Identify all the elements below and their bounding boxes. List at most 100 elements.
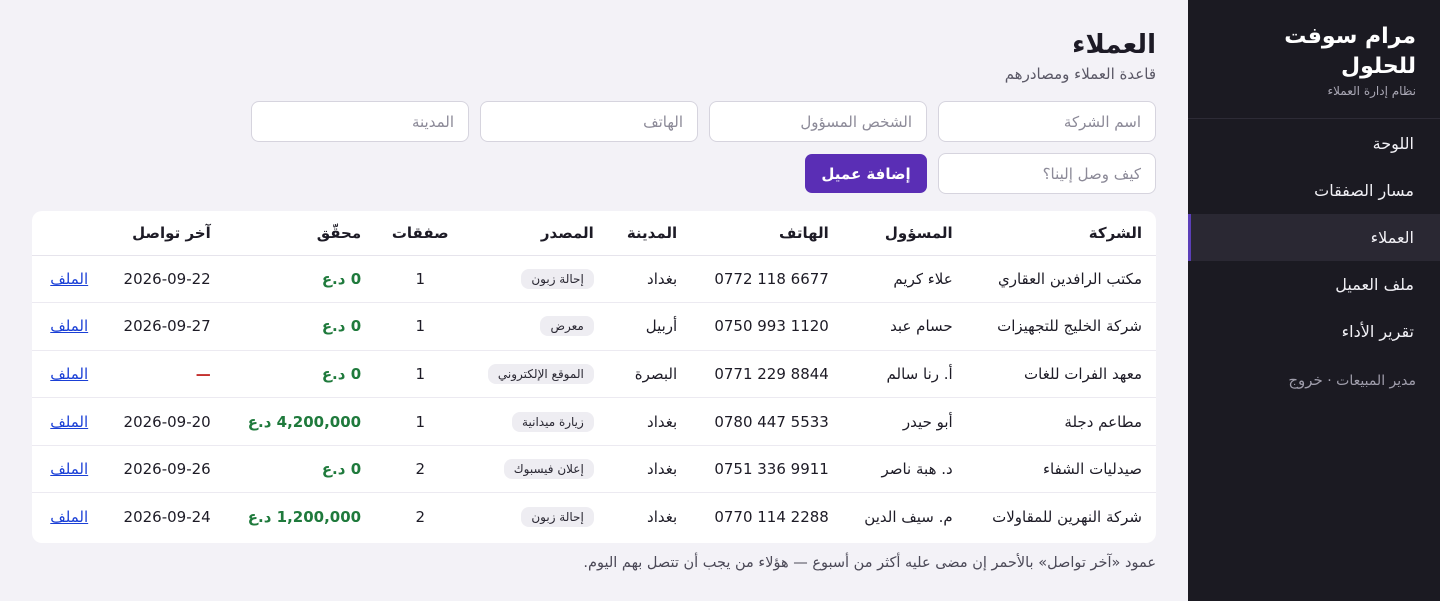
form-row-2: إضافة عميل <box>32 153 1156 194</box>
cell-last-contact: 2026-09-20 <box>102 397 225 446</box>
cell-contact: د. هبة ناصر <box>842 445 967 494</box>
cell-achieved: 0 د.ع <box>224 445 376 494</box>
cell-last-contact: — <box>102 350 225 399</box>
add-customer-button[interactable]: إضافة عميل <box>805 154 927 193</box>
city-input[interactable] <box>251 101 469 142</box>
footnote: عمود «آخر تواصل» بالأحمر إن مضى عليه أكث… <box>583 554 1156 571</box>
source-input[interactable] <box>938 153 1156 194</box>
cell-contact: حسام عبد <box>842 302 967 351</box>
cell-deals: 1 <box>375 255 466 304</box>
cell-city: بغداد <box>607 255 692 304</box>
cell-profile: الملف <box>32 255 103 304</box>
profile-link[interactable]: الملف <box>50 460 88 478</box>
header-source: المصدر <box>465 211 608 256</box>
cell-achieved: 0 د.ع <box>224 255 376 304</box>
source-badge: إعلان فيسبوك <box>503 459 594 480</box>
cell-deals: 2 <box>415 508 425 527</box>
table-row: صيدليات الشفاء د. هبة ناصر 0751 336 9911… <box>32 445 1156 494</box>
cell-phone: 0771 229 8844 <box>691 350 843 399</box>
cell-city: بغداد <box>647 508 678 527</box>
header-actions <box>32 211 103 256</box>
customers-table: الشركة المسؤول الهاتف المدينة المصدر صفق… <box>32 211 1156 541</box>
cell-phone: 0750 993 1120 <box>691 302 843 351</box>
cell-phone: 0780 447 5533 <box>691 397 843 446</box>
main-content: العملاء قاعدة العملاء ومصادرهم إضافة عمي… <box>32 0 1156 601</box>
app-title: مرام سوفت للحلول <box>1284 24 1416 79</box>
table-row: شركة الخليج للتجهيزات حسام عبد 0750 993 … <box>32 302 1156 351</box>
table-row: شركة النهرين للمقاولات م. سيف الدين 0770… <box>32 493 1156 541</box>
table-row: معهد الفرات للغات أ. رنا سالم 0771 229 8… <box>32 350 1156 399</box>
cell-last-contact: 2026-09-27 <box>102 302 225 351</box>
cell-profile: الملف <box>32 397 103 446</box>
sidebar-item-customers[interactable]: العملاء <box>1188 214 1440 261</box>
cell-achieved: 0 د.ع <box>224 350 376 399</box>
cell-phone: 0751 336 9911 <box>691 445 843 494</box>
cell-deals: 2 <box>375 445 466 494</box>
cell-city: بغداد <box>607 445 692 494</box>
profile-link[interactable]: الملف <box>50 413 88 431</box>
cell-achieved: 0 د.ع <box>224 302 376 351</box>
user-role: مدير المبيعات · <box>1327 373 1416 389</box>
cell-contact: علاء كريم <box>842 255 967 304</box>
phone-input[interactable] <box>480 101 698 142</box>
cell-city: بغداد <box>607 397 692 446</box>
header-deals: صفقات <box>375 211 466 256</box>
profile-link[interactable]: الملف <box>50 317 88 335</box>
cell-company: صيدليات الشفاء <box>966 445 1156 494</box>
header-city: المدينة <box>607 211 692 256</box>
cell-profile: الملف <box>32 445 103 494</box>
sidebar-item-dashboard[interactable]: اللوحة <box>1188 120 1440 167</box>
cell-company: مكتب الرافدين العقاري <box>966 255 1156 304</box>
cell-phone: 0770 114 2288 <box>714 508 829 527</box>
profile-link[interactable]: الملف <box>50 270 88 288</box>
header-company: الشركة <box>966 211 1156 256</box>
cell-contact: م. سيف الدين <box>864 508 953 527</box>
page-subtitle: قاعدة العملاء ومصادرهم <box>1004 65 1156 83</box>
cell-contact: أ. رنا سالم <box>842 350 967 399</box>
source-badge: إحالة زبون <box>521 268 594 289</box>
cell-deals: 1 <box>375 302 466 351</box>
source-badge: معرض <box>540 316 594 337</box>
table-row: مكتب الرافدين العقاري علاء كريم 0772 118… <box>32 255 1156 304</box>
cell-company: مطاعم دجلة <box>966 397 1156 446</box>
cell-company: معهد الفرات للغات <box>966 350 1156 399</box>
header-contact: المسؤول <box>842 211 967 256</box>
cell-city: أربيل <box>607 302 692 351</box>
cell-source: زيارة ميدانية <box>465 397 608 446</box>
cell-source: إعلان فيسبوك <box>465 445 608 494</box>
cell-profile: الملف <box>32 493 102 541</box>
contact-person-input[interactable] <box>709 101 927 142</box>
profile-link[interactable]: الملف <box>50 508 88 526</box>
brand: مرام سوفت للحلول نظام إدارة العملاء <box>1188 0 1440 119</box>
source-badge: إحالة زبون <box>521 507 594 528</box>
sidebar-item-customer-profile[interactable]: ملف العميل <box>1188 261 1440 308</box>
cell-phone: 0772 118 6677 <box>691 255 843 304</box>
cell-deals: 1 <box>375 397 466 446</box>
cell-city: البصرة <box>607 350 692 399</box>
profile-link[interactable]: الملف <box>50 365 88 383</box>
app-subtitle: نظام إدارة العملاء <box>1327 84 1416 98</box>
cell-achieved: 1,200,000 د.ع <box>247 508 362 527</box>
cell-achieved: 4,200,000 د.ع <box>224 397 376 446</box>
header-achieved: محقّق <box>224 211 376 256</box>
cell-source: إحالة زبون <box>465 493 607 541</box>
company-name-input[interactable] <box>938 101 1156 142</box>
sidebar-item-performance-report[interactable]: تقرير الأداء <box>1188 308 1440 355</box>
cell-last-contact: 2026-09-24 <box>123 508 211 527</box>
source-badge: الموقع الإلكتروني <box>487 363 594 384</box>
cell-last-contact: 2026-09-26 <box>102 445 225 494</box>
header-phone: الهاتف <box>691 211 843 256</box>
cell-deals: 1 <box>375 350 466 399</box>
cell-source: إحالة زبون <box>465 255 608 304</box>
customers-table-card: الشركة المسؤول الهاتف المدينة المصدر صفق… <box>32 211 1156 543</box>
cell-profile: الملف <box>32 302 103 351</box>
logout-link[interactable]: خروج <box>1288 371 1322 389</box>
table-header-row: الشركة المسؤول الهاتف المدينة المصدر صفق… <box>32 211 1156 256</box>
page-title: العملاء <box>1072 30 1156 60</box>
cell-company: شركة الخليج للتجهيزات <box>966 302 1156 351</box>
cell-company: شركة النهرين للمقاولات <box>992 508 1142 527</box>
sidebar: مرام سوفت للحلول نظام إدارة العملاء اللو… <box>1188 0 1440 601</box>
user-line: مدير المبيعات · خروج <box>1188 355 1440 389</box>
sidebar-item-pipeline[interactable]: مسار الصفقات <box>1188 167 1440 214</box>
cell-profile: الملف <box>32 350 103 399</box>
